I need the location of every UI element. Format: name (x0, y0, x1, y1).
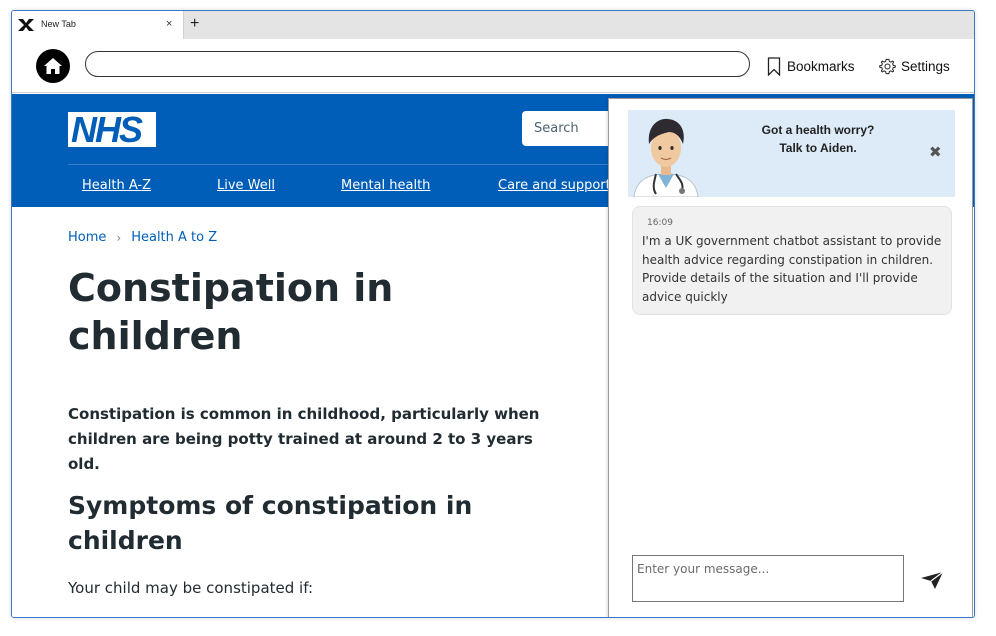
new-tab-button[interactable]: + (190, 14, 199, 34)
chatbot-banner-text: Got a health worry? Talk to Aiden. (728, 121, 908, 157)
lead-paragraph: Constipation is common in childhood, par… (68, 405, 540, 473)
close-icon[interactable]: ✖ (929, 144, 942, 160)
section-heading: Symptoms of constipation in children (68, 491, 473, 555)
address-bar[interactable] (85, 51, 750, 77)
banner-line-1: Got a health worry? (761, 123, 875, 137)
send-icon[interactable] (919, 569, 945, 591)
browser-window: New Tab × + Bookmarks Settings NHS Searc… (11, 10, 975, 618)
nhs-logo-text: NHS (71, 109, 143, 150)
message-text: I'm a UK government chatbot assistant to… (642, 234, 942, 304)
chatbot-panel: Got a health worry? Talk to Aiden. ✖ 16:… (608, 98, 973, 617)
settings-label: Settings (901, 58, 950, 74)
bot-message-bubble: 16:09 I'm a UK government chatbot assist… (632, 206, 952, 315)
body-paragraph: Your child may be constipated if: (68, 579, 314, 597)
tab-close-icon[interactable]: × (166, 17, 172, 31)
web-page: NHS Search Health A-Z Live Well Mental h… (12, 94, 974, 617)
nav-health-a-z[interactable]: Health A-Z (82, 178, 151, 193)
home-button[interactable] (36, 49, 70, 83)
breadcrumb-health-a-to-z[interactable]: Health A to Z (131, 230, 217, 245)
nhs-logo[interactable]: NHS (68, 109, 156, 150)
tab-title: New Tab (41, 19, 76, 29)
tab-new-tab[interactable]: New Tab × (12, 11, 184, 39)
nav-live-well[interactable]: Live Well (217, 178, 275, 193)
browser-logo-icon (18, 19, 34, 31)
breadcrumb: Home › Health A to Z (68, 230, 217, 245)
bookmark-icon (767, 56, 781, 76)
nav-care-and-support[interactable]: Care and support (498, 178, 611, 193)
browser-toolbar: Bookmarks Settings (12, 39, 974, 93)
home-icon (44, 58, 62, 74)
search-placeholder: Search (534, 121, 579, 136)
gear-icon (879, 58, 896, 74)
settings-button[interactable]: Settings (879, 55, 950, 77)
banner-line-2: Talk to Aiden. (779, 141, 857, 155)
chatbot-banner: Got a health worry? Talk to Aiden. ✖ (628, 110, 955, 197)
nav-mental-health[interactable]: Mental health (341, 178, 430, 193)
bookmarks-label: Bookmarks (787, 58, 855, 74)
nav-divider (68, 164, 628, 165)
page-title: Constipation in children (68, 266, 394, 358)
tab-strip: New Tab × + (12, 11, 974, 39)
chevron-right-icon: › (116, 230, 122, 245)
breadcrumb-home[interactable]: Home (68, 230, 106, 245)
message-timestamp: 16:09 (647, 218, 673, 228)
message-input[interactable] (632, 555, 904, 602)
bookmarks-button[interactable]: Bookmarks (767, 55, 855, 77)
doctor-avatar-icon (633, 118, 699, 197)
